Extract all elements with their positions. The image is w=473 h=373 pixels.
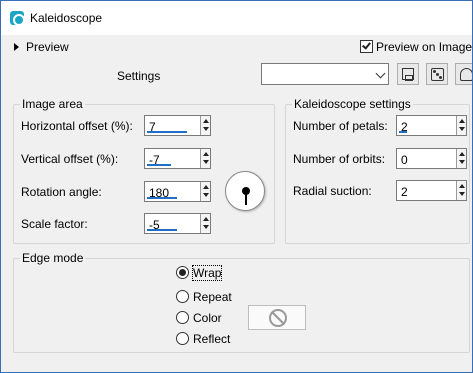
radio-label: Reflect (193, 332, 231, 346)
scale-factor-label: Scale factor: (21, 217, 88, 231)
rotation-angle-label: Rotation angle: (21, 185, 102, 199)
spin-up-icon[interactable] (203, 185, 209, 189)
spin-buttons[interactable] (200, 149, 210, 168)
reset-icon (460, 68, 472, 81)
spin-up-icon[interactable] (459, 152, 465, 156)
spin-down-icon[interactable] (459, 127, 465, 131)
preset-select[interactable] (261, 63, 389, 85)
preview-on-image-label: Preview on Image (376, 40, 473, 54)
image-area-title: Image area (20, 97, 85, 111)
spin-buttons[interactable] (200, 182, 210, 201)
spin-down-icon[interactable] (203, 127, 209, 131)
expand-arrow-icon (14, 43, 19, 51)
window-title: Kaleidoscope (30, 11, 103, 25)
spin-up-icon[interactable] (203, 152, 209, 156)
kaleidoscope-dialog: Kaleidoscope Preview Preview on Image Se… (0, 0, 473, 373)
spin-up-icon[interactable] (459, 119, 465, 123)
spin-buttons[interactable] (456, 181, 466, 200)
rotation-angle-spinner[interactable]: 180 (144, 181, 211, 202)
number-of-orbits-value[interactable]: 0 (401, 153, 408, 167)
spin-up-icon[interactable] (459, 184, 465, 188)
vertical-offset-label: Vertical offset (%): (21, 152, 119, 166)
spin-down-icon[interactable] (203, 160, 209, 164)
spin-buttons[interactable] (456, 116, 466, 135)
radio-label: Color (193, 311, 222, 325)
radio-label: Wrap (191, 265, 223, 281)
spin-down-icon[interactable] (459, 160, 465, 164)
horizontal-offset-spinner[interactable]: 7 (144, 115, 211, 136)
reset-button[interactable] (455, 63, 472, 85)
preview-toggle-label: Preview (26, 40, 69, 54)
radio-button[interactable] (176, 266, 189, 279)
save-icon (402, 68, 414, 81)
edge-mode-group: Edge mode (13, 251, 470, 353)
spin-buttons[interactable] (200, 116, 210, 135)
radial-suction-label: Radial suction: (293, 184, 372, 198)
vertical-offset-spinner[interactable]: -7 (144, 148, 211, 169)
edge-color-swatch[interactable] (248, 305, 306, 330)
spin-buttons[interactable] (200, 214, 210, 233)
checkmark-icon (362, 40, 371, 50)
number-of-petals-label: Number of petals: (293, 119, 388, 133)
spin-up-icon[interactable] (203, 217, 209, 221)
save-preset-button[interactable] (397, 63, 419, 85)
radio-button[interactable] (176, 332, 189, 345)
number-of-petals-slider[interactable] (399, 131, 407, 133)
spin-down-icon[interactable] (459, 192, 465, 196)
horizontal-offset-slider[interactable] (147, 131, 187, 133)
randomize-button[interactable] (426, 63, 448, 85)
radio-label: Repeat (193, 290, 232, 304)
radial-suction-spinner[interactable]: 2 (396, 180, 467, 201)
vertical-offset-slider[interactable] (147, 164, 171, 166)
edge-mode-title: Edge mode (20, 251, 86, 265)
spin-down-icon[interactable] (203, 193, 209, 197)
no-color-icon (269, 309, 287, 327)
number-of-orbits-spinner[interactable]: 0 (396, 148, 467, 169)
spin-buttons[interactable] (456, 149, 466, 168)
radio-button[interactable] (176, 290, 189, 303)
kaleidoscope-settings-group: Kaleidoscope settings Number of petals: … (285, 97, 470, 244)
checkbox-box[interactable] (360, 40, 373, 53)
rotation-angle-slider[interactable] (147, 197, 177, 199)
kaleidoscope-settings-title: Kaleidoscope settings (292, 97, 413, 111)
settings-label: Settings (117, 69, 161, 83)
kaleidoscope-app-icon (10, 11, 25, 26)
radio-button[interactable] (176, 311, 189, 324)
radial-suction-value[interactable]: 2 (401, 185, 408, 199)
title-bar: Kaleidoscope (1, 1, 472, 35)
horizontal-offset-label: Horizontal offset (%): (21, 119, 133, 133)
rotation-dial[interactable] (225, 171, 265, 211)
number-of-petals-spinner[interactable]: 2 (396, 115, 467, 136)
chevron-down-icon (375, 68, 386, 79)
spin-down-icon[interactable] (203, 225, 209, 229)
scale-factor-slider[interactable] (147, 229, 177, 231)
spin-up-icon[interactable] (203, 119, 209, 123)
number-of-orbits-label: Number of orbits: (293, 152, 386, 166)
dial-icon (242, 187, 250, 195)
scale-factor-spinner[interactable]: -5 (144, 213, 211, 234)
randomize-icon (431, 68, 444, 81)
